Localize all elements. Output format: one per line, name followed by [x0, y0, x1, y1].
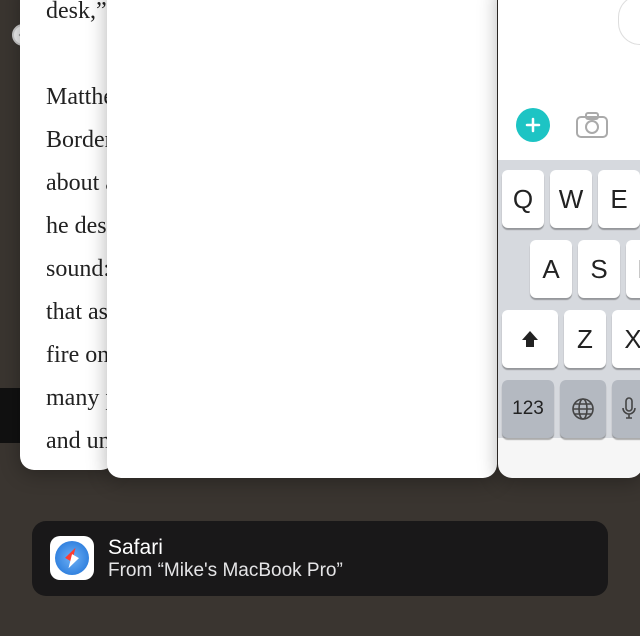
- key-x[interactable]: X: [612, 310, 640, 368]
- camera-icon: [575, 111, 609, 139]
- globe-key[interactable]: [560, 380, 606, 438]
- shift-key[interactable]: [502, 310, 558, 368]
- mic-key[interactable]: [612, 380, 640, 438]
- globe-icon: [570, 396, 596, 422]
- camera-button[interactable]: [574, 110, 610, 140]
- key-q[interactable]: Q: [502, 170, 544, 228]
- reader-text: desk,” s Matthe Borderl about a he desc …: [20, 0, 115, 463]
- blank-card[interactable]: [107, 0, 497, 478]
- handoff-app-name: Safari: [108, 535, 343, 560]
- key-s[interactable]: S: [578, 240, 620, 298]
- key-d[interactable]: D: [626, 240, 640, 298]
- key-z[interactable]: Z: [564, 310, 606, 368]
- plus-icon: [524, 116, 542, 134]
- safari-icon: [50, 536, 94, 580]
- add-button[interactable]: [516, 108, 550, 142]
- key-w[interactable]: W: [550, 170, 592, 228]
- key-e[interactable]: E: [598, 170, 640, 228]
- compose-area: [498, 0, 640, 160]
- number-key[interactable]: 123: [502, 380, 554, 438]
- key-a[interactable]: A: [530, 240, 572, 298]
- messaging-card[interactable]: Q W E A S D Z X 123: [498, 0, 640, 478]
- keyboard: Q W E A S D Z X 123: [498, 160, 640, 438]
- mic-icon: [619, 396, 639, 422]
- reader-card[interactable]: desk,” s Matthe Borderl about a he desc …: [20, 0, 115, 470]
- handoff-text: Safari From “Mike's MacBook Pro”: [108, 535, 343, 582]
- message-input[interactable]: [618, 0, 640, 45]
- handoff-banner[interactable]: Safari From “Mike's MacBook Pro”: [32, 521, 608, 596]
- shift-icon: [519, 328, 541, 350]
- handoff-source: From “Mike's MacBook Pro”: [108, 560, 343, 582]
